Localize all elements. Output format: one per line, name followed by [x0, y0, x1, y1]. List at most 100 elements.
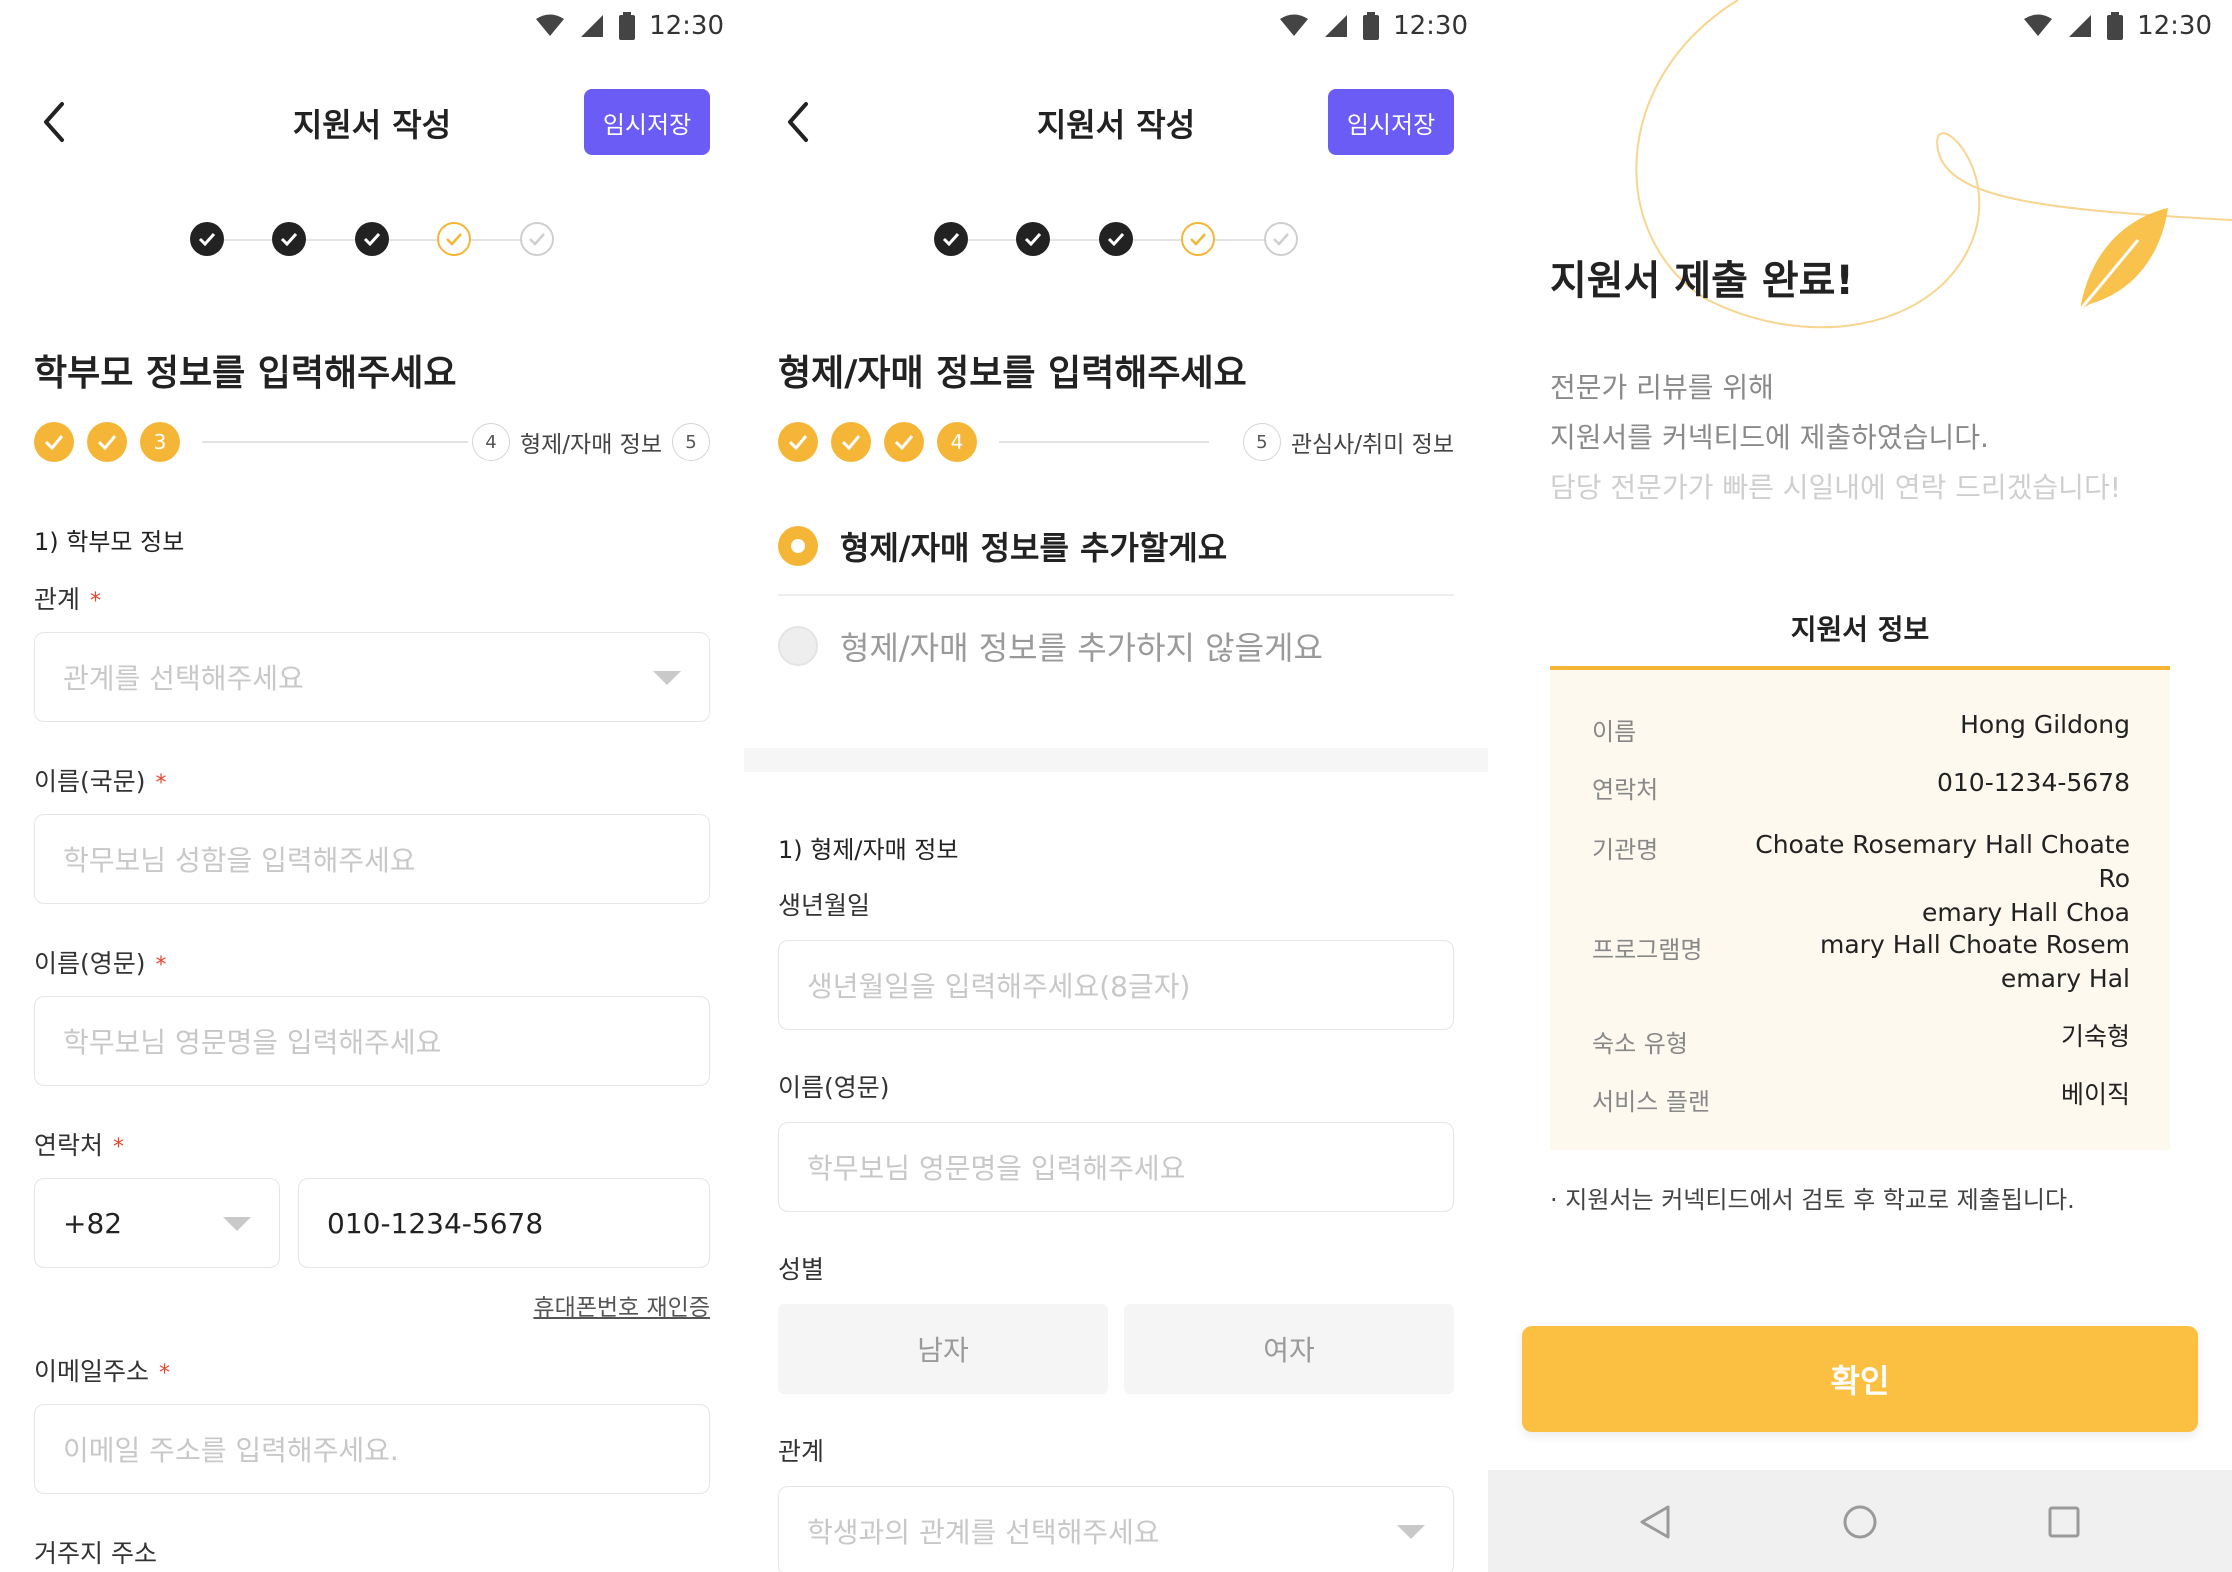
section-heading: 형제/자매 정보를 입력해주세요	[778, 353, 1247, 394]
sub-step-current: 4	[937, 422, 977, 462]
step-3-done	[1099, 222, 1133, 256]
sub-step-done	[884, 422, 924, 462]
info-housing-value: 기숙형	[2060, 1022, 2130, 1051]
screen-parent-info: 12:30 지원서 작성 임시저장 학부모 정보를 입력해주세요 3 4 형제/…	[0, 0, 744, 1572]
nav-home-icon[interactable]	[1842, 1504, 1878, 1540]
gender-female-button[interactable]: 여자	[1124, 1304, 1454, 1394]
relation-select[interactable]: 학생과의 관계를 선택해주세요	[778, 1486, 1454, 1572]
step-2-done	[272, 222, 306, 256]
sub-progress: 4 5 관심사/취미 정보	[778, 418, 1454, 464]
gender-label: 성별	[778, 1255, 825, 1284]
name-en-label: 이름(영문)	[778, 1073, 890, 1102]
phone-input[interactable]: 010-1234-5678	[298, 1178, 710, 1268]
chevron-down-icon	[223, 1217, 251, 1231]
wifi-icon	[2024, 14, 2053, 36]
parent-info-section-label: 1) 학부모 정보	[34, 528, 185, 556]
sub-progress-next: 4 형제/자매 정보 5	[471, 422, 710, 462]
confirm-button[interactable]: 확인	[1522, 1326, 2198, 1432]
section-heading: 학부모 정보를 입력해주세요	[34, 353, 457, 394]
check-icon	[894, 435, 914, 450]
check-icon	[97, 435, 117, 450]
step-4-current	[1181, 222, 1215, 256]
application-info-title: 지원서 정보	[1790, 613, 1930, 646]
step-5-todo	[1264, 222, 1298, 256]
radio-add-sibling[interactable]: 형제/자매 정보를 추가할게요	[778, 506, 1454, 586]
section-divider	[744, 748, 1488, 772]
check-icon	[1107, 232, 1125, 246]
email-label: 이메일주소 *	[34, 1357, 171, 1386]
temp-save-button[interactable]: 임시저장	[1328, 89, 1454, 155]
relation-label: 관계	[778, 1437, 825, 1466]
name-en-input[interactable]: 학무보님 영문명을 입력해주세요	[34, 996, 710, 1086]
sub-step-done	[87, 422, 127, 462]
feather-icon	[2078, 208, 2168, 311]
info-contact-key: 연락처	[1592, 776, 1659, 804]
step-4-current	[437, 222, 471, 256]
status-time: 12:30	[649, 11, 724, 41]
nav-recent-icon[interactable]	[2048, 1506, 2080, 1538]
android-nav-bar	[1488, 1470, 2232, 1572]
relation-label: 관계 *	[34, 585, 102, 614]
gender-male-button[interactable]: 남자	[778, 1304, 1108, 1394]
step-1-done	[190, 222, 224, 256]
complete-title: 지원서 제출 완료!	[1550, 258, 1854, 304]
required-mark: *	[159, 1361, 171, 1386]
next-step-label: 형제/자매 정보	[519, 432, 662, 458]
nav-back-icon[interactable]	[1638, 1504, 1672, 1540]
check-icon	[446, 233, 462, 246]
check-icon	[363, 232, 381, 246]
email-input[interactable]: 이메일 주소를 입력해주세요.	[34, 1404, 710, 1494]
radio-divider	[778, 594, 1454, 596]
step-1-done	[934, 222, 968, 256]
name-kr-input[interactable]: 학무보님 성함을 입력해주세요	[34, 814, 710, 904]
info-name-key: 이름	[1592, 718, 1637, 746]
complete-desc-line-2: 지원서를 커넥티드에 제출하였습니다.	[1550, 421, 1989, 454]
wifi-icon	[536, 14, 565, 36]
application-info-box: 이름 Hong Gildong 연락처 010-1234-5678 기관명 Ch…	[1550, 670, 2170, 1150]
sub-step-done	[778, 422, 818, 462]
birth-input[interactable]: 생년월일을 입력해주세요(8글자)	[778, 940, 1454, 1030]
wifi-icon	[1280, 14, 1309, 36]
required-mark: *	[155, 771, 167, 796]
next-step-number: 4	[471, 423, 510, 461]
sub-progress-line	[202, 441, 468, 443]
radio-add-sibling-label: 형제/자매 정보를 추가할게요	[840, 529, 1228, 567]
status-time: 12:30	[2137, 11, 2212, 41]
step-3-done	[355, 222, 389, 256]
battery-icon	[2107, 12, 2124, 40]
info-program-value: mary Hall Choate Rosem emary Hal	[1730, 928, 2130, 996]
required-mark: *	[113, 1135, 125, 1160]
info-program-key: 프로그램명	[1592, 936, 1703, 964]
name-en-input[interactable]: 학무보님 영문명을 입력해주세요	[778, 1122, 1454, 1212]
required-mark: *	[155, 953, 167, 978]
birth-label: 생년월일	[778, 891, 871, 920]
info-contact-value: 010-1234-5678	[1936, 768, 2130, 797]
info-org-value-line: emary Hall Choa	[1922, 898, 2130, 927]
step-2-done	[1016, 222, 1050, 256]
info-org-value-line: Choate Rosemary Hall Choate Ro	[1755, 830, 2130, 893]
check-icon	[1273, 233, 1289, 246]
radio-skip-sibling[interactable]: 형제/자매 정보를 추가하지 않을게요	[778, 606, 1454, 686]
info-program-value-line: mary Hall Choate Rosem	[1820, 930, 2130, 959]
check-icon	[1190, 233, 1206, 246]
temp-save-button[interactable]: 임시저장	[584, 89, 710, 155]
address-label: 거주지 주소	[34, 1539, 157, 1568]
country-code-select[interactable]: +82	[34, 1178, 280, 1268]
info-housing-key: 숙소 유형	[1592, 1030, 1688, 1058]
radio-selected-icon	[778, 526, 818, 566]
info-plan-value: 베이직	[2060, 1080, 2130, 1109]
reverify-phone-link[interactable]: 휴대폰번호 재인증	[533, 1288, 710, 1322]
sub-progress-line	[999, 441, 1209, 443]
status-bar: 12:30	[1279, 6, 1468, 46]
name-kr-label: 이름(국문) *	[34, 767, 167, 796]
signal-icon	[2069, 15, 2092, 37]
step-indicator	[744, 222, 1488, 258]
check-icon	[1024, 232, 1042, 246]
name-en-label: 이름(영문) *	[34, 949, 167, 978]
check-icon	[198, 232, 216, 246]
check-icon	[841, 435, 861, 450]
relation-select[interactable]: 관계를 선택해주세요	[34, 632, 710, 722]
step-indicator	[0, 222, 744, 258]
status-time: 12:30	[1393, 11, 1468, 41]
signal-icon	[1325, 15, 1348, 37]
